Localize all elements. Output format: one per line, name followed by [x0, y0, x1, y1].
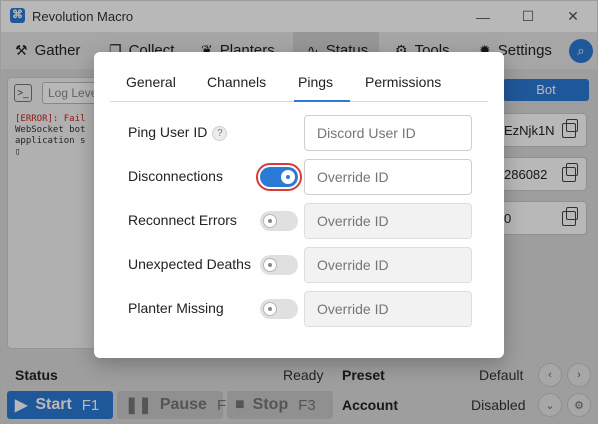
dialog-tabs: General Channels Pings Permissions — [110, 66, 488, 102]
ping-user-id-input[interactable] — [304, 115, 472, 151]
toggle-knob — [263, 258, 277, 272]
active-tab-indicator — [294, 100, 350, 102]
reconnect-errors-override-input — [304, 203, 472, 239]
planter-missing-label: Planter Missing — [128, 300, 224, 316]
ping-user-id-label: Ping User ID? — [128, 124, 228, 141]
help-icon[interactable]: ? — [212, 126, 228, 141]
disconnections-toggle[interactable] — [256, 163, 302, 191]
disconnections-label: Disconnections — [128, 168, 223, 184]
reconnect-errors-toggle[interactable] — [260, 211, 298, 231]
unexpected-deaths-label: Unexpected Deaths — [128, 256, 251, 272]
tab-general[interactable]: General — [126, 74, 176, 90]
toggle-knob — [263, 214, 277, 228]
planter-missing-override-input — [304, 291, 472, 327]
discord-settings-dialog: General Channels Pings Permissions Ping … — [94, 52, 504, 358]
planter-missing-toggle[interactable] — [260, 299, 298, 319]
tab-permissions[interactable]: Permissions — [365, 74, 441, 90]
tab-pings[interactable]: Pings — [298, 74, 333, 90]
toggle-knob — [281, 170, 295, 184]
row-label-text: Ping User ID — [128, 124, 208, 140]
reconnect-errors-label: Reconnect Errors — [128, 212, 237, 228]
unexpected-deaths-override-input — [304, 247, 472, 283]
unexpected-deaths-toggle[interactable] — [260, 255, 298, 275]
toggle-knob — [263, 302, 277, 316]
tab-channels[interactable]: Channels — [207, 74, 266, 90]
disconnections-override-input[interactable] — [304, 159, 472, 195]
